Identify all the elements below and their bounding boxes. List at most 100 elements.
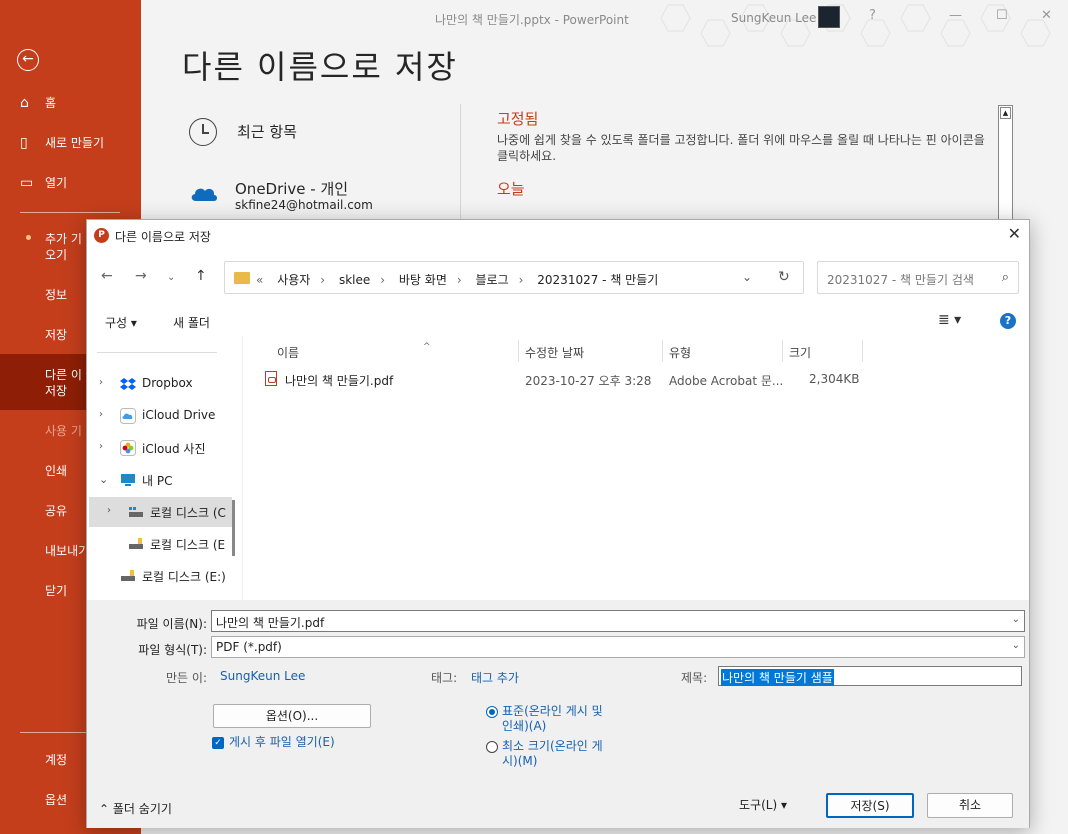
address-bar[interactable]: « 사용자 › sklee › 바탕 화면 › 블로그 › 20231027 - 책 만… bbox=[224, 261, 804, 294]
pinned-heading: 고정됨 bbox=[497, 110, 539, 128]
tree-item-label: 로컬 디스크 (C bbox=[150, 506, 226, 520]
view-options-icon[interactable]: ≣ ▾ bbox=[938, 312, 961, 328]
column-type[interactable]: 유형 bbox=[669, 344, 691, 361]
search-icon: ⌕ bbox=[1001, 270, 1009, 285]
radio-minimum-label[interactable]: 최소 크기(온라인 게 시)(M) bbox=[502, 739, 603, 769]
pinned-description: 나중에 쉽게 찾을 수 있도록 폴더를 고정합니다. 폴더 위에 마우스를 올릴… bbox=[497, 133, 985, 163]
navigation-bar: ← → ⌄ ↑ « 사용자 › sklee › 바탕 화면 › 블로그 › 202310… bbox=[87, 250, 1029, 306]
column-divider[interactable] bbox=[662, 340, 663, 362]
column-divider[interactable] bbox=[518, 340, 519, 362]
filename-label: 파일 이름(N): bbox=[136, 617, 207, 631]
tree-scrollbar[interactable] bbox=[232, 500, 235, 556]
radio-standard[interactable] bbox=[486, 706, 498, 718]
scroll-up-icon[interactable]: ▲ bbox=[1000, 107, 1011, 119]
tree-item-dropbox[interactable]: › Dropbox bbox=[87, 369, 242, 399]
save-button[interactable]: 저장(S) bbox=[826, 793, 914, 818]
chevron-right-icon[interactable]: › bbox=[99, 441, 103, 452]
chevron-right-icon[interactable]: › bbox=[99, 409, 103, 420]
breadcrumb-item[interactable]: 20231027 - 책 만들기 bbox=[537, 273, 658, 287]
chevron-down-icon[interactable]: ⌄ bbox=[1012, 614, 1020, 625]
breadcrumb-item[interactable]: sklee bbox=[339, 273, 370, 287]
tree-item-drive-e1[interactable]: 로컬 디스크 (E bbox=[87, 529, 242, 559]
forward-icon[interactable]: → bbox=[135, 268, 147, 284]
file-list: 이름 ^ 수정한 날짜 유형 크기 나만의 책 만들기.pdf 2023-10-… bbox=[243, 336, 1029, 600]
open-after-checkbox[interactable]: ✓ bbox=[212, 737, 224, 749]
chevron-down-icon[interactable]: ⌄ bbox=[99, 473, 108, 486]
organize-button[interactable]: 구성 ▾ bbox=[105, 314, 137, 331]
tree-item-drive-c[interactable]: › 로컬 디스크 (C bbox=[89, 497, 232, 527]
pdf-file-icon bbox=[265, 371, 277, 386]
hide-folders-button[interactable]: ⌃ 폴더 숨기기 bbox=[99, 800, 172, 817]
chevron-right-icon[interactable]: › bbox=[107, 505, 111, 516]
chevron-up-icon: ⌃ bbox=[99, 802, 110, 816]
help-icon[interactable]: ? bbox=[1000, 313, 1016, 329]
help-icon[interactable]: ? bbox=[869, 8, 876, 23]
breadcrumb-item[interactable]: 사용자 bbox=[277, 273, 310, 287]
column-modified[interactable]: 수정한 날짜 bbox=[525, 344, 584, 361]
onedrive-location[interactable]: OneDrive - 개인 bbox=[235, 178, 348, 199]
column-name[interactable]: 이름 ^ bbox=[277, 342, 431, 361]
icloud-photos-icon bbox=[120, 440, 136, 456]
radio-standard-label[interactable]: 표준(온라인 게시 및 인쇄)(A) bbox=[502, 704, 603, 734]
drive-icon bbox=[129, 538, 143, 549]
new-folder-button[interactable]: 새 폴더 bbox=[173, 314, 210, 331]
column-size[interactable]: 크기 bbox=[789, 344, 811, 361]
nav-home[interactable]: ⌂ 홈 bbox=[0, 95, 141, 111]
breadcrumb-overflow[interactable]: « bbox=[256, 273, 263, 287]
minimize-icon[interactable]: — bbox=[949, 8, 962, 23]
maximize-icon[interactable]: ☐ bbox=[996, 8, 1008, 23]
back-arrow-icon[interactable]: ← bbox=[17, 49, 39, 71]
back-icon[interactable]: ← bbox=[101, 268, 113, 284]
breadcrumb-item[interactable]: 바탕 화면 bbox=[399, 273, 447, 287]
pane-divider bbox=[460, 104, 461, 224]
column-divider[interactable] bbox=[782, 340, 783, 362]
chevron-down-icon[interactable]: ⌄ bbox=[1012, 640, 1020, 651]
document-title: 나만의 책 만들기.pptx - PowerPoint bbox=[435, 13, 629, 27]
options-button[interactable]: 옵션(O)... bbox=[213, 704, 371, 728]
onedrive-icon bbox=[191, 188, 217, 201]
column-divider[interactable] bbox=[862, 340, 863, 362]
dropbox-icon bbox=[120, 378, 136, 390]
nav-new[interactable]: ▯ 새로 만들기 bbox=[0, 135, 141, 151]
tree-item-this-pc[interactable]: ⌄ 내 PC bbox=[87, 465, 242, 495]
chevron-down-icon[interactable]: ⌄ bbox=[742, 270, 752, 284]
recent-location[interactable]: 최근 항목 bbox=[237, 121, 297, 142]
avatar[interactable] bbox=[818, 6, 840, 28]
close-window-icon[interactable]: ✕ bbox=[1041, 8, 1052, 23]
author-value[interactable]: SungKeun Lee bbox=[220, 669, 305, 683]
tree-divider bbox=[97, 352, 217, 353]
tools-button[interactable]: 도구(L) ▾ bbox=[737, 794, 789, 818]
filename-field[interactable]: 나만의 책 만들기.pdf ⌄ bbox=[211, 610, 1025, 632]
chevron-right-icon[interactable]: › bbox=[380, 273, 385, 287]
file-type: Adobe Acrobat 문... bbox=[669, 374, 784, 388]
chevron-right-icon[interactable]: › bbox=[457, 273, 462, 287]
tree-item-drive-e2[interactable]: 로컬 디스크 (E:) bbox=[87, 561, 242, 591]
dialog-close-icon[interactable]: ✕ bbox=[1008, 224, 1021, 243]
tree-item-icloud-photos[interactable]: › iCloud 사진 bbox=[87, 433, 242, 463]
chevron-right-icon[interactable]: › bbox=[320, 273, 325, 287]
breadcrumb-item[interactable]: 블로그 bbox=[476, 273, 509, 287]
radio-minimum[interactable] bbox=[486, 741, 498, 753]
open-after-label[interactable]: 게시 후 파일 열기(E) bbox=[229, 735, 335, 750]
chevron-right-icon[interactable]: › bbox=[99, 377, 103, 388]
tree-item-icloud-drive[interactable]: › iCloud Drive bbox=[87, 401, 242, 431]
user-name[interactable]: SungKeun Lee bbox=[731, 11, 816, 25]
cancel-button[interactable]: 취소 bbox=[927, 793, 1013, 818]
nav-new-label: 새로 만들기 bbox=[45, 136, 105, 150]
breadcrumb: « 사용자 › sklee › 바탕 화면 › 블로그 › 20231027 - 책 만… bbox=[256, 271, 668, 288]
title-field[interactable]: 나만의 책 만들기 샘플 bbox=[718, 666, 1022, 686]
author-label: 만든 이: bbox=[166, 671, 207, 685]
recent-locations-icon[interactable]: ⌄ bbox=[167, 272, 175, 283]
nav-open[interactable]: ▭ 열기 bbox=[0, 175, 141, 191]
up-folder-icon[interactable]: ↑ bbox=[195, 268, 207, 284]
hide-folders-label: 폴더 숨기기 bbox=[112, 802, 172, 816]
tags-value[interactable]: 태그 추가 bbox=[471, 669, 519, 686]
filetype-select[interactable]: PDF (*.pdf) ⌄ bbox=[211, 636, 1025, 658]
pinned-scrollbar[interactable]: ▲ bbox=[998, 105, 1013, 223]
table-row[interactable]: 나만의 책 만들기.pdf 2023-10-27 오후 3:28 Adobe A… bbox=[263, 366, 883, 392]
title-bar: 나만의 책 만들기.pptx - PowerPoint SungKeun Lee… bbox=[141, 0, 1068, 47]
refresh-icon[interactable]: ↻ bbox=[778, 269, 790, 285]
filetype-label: 파일 형식(T): bbox=[138, 643, 207, 657]
chevron-right-icon[interactable]: › bbox=[519, 273, 524, 287]
search-input[interactable]: 20231027 - 책 만들기 검색 ⌕ bbox=[817, 261, 1019, 294]
